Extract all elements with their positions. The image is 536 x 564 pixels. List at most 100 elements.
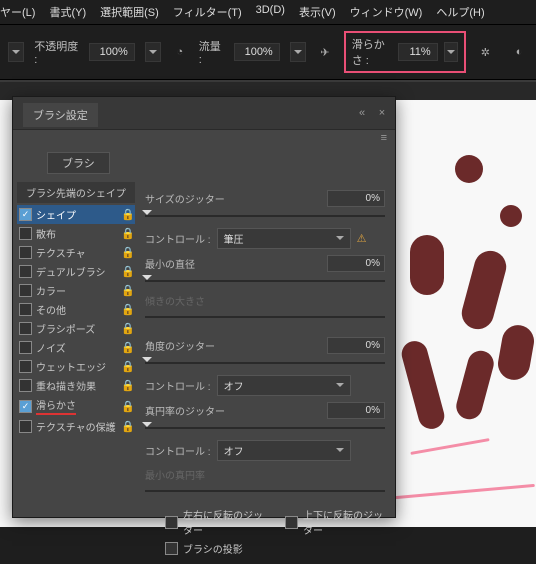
menu-icon[interactable]: ≡ [13, 130, 395, 146]
panel-tab-title[interactable]: ブラシ設定 [23, 103, 98, 127]
smoothing-label: 滑らかさ : [352, 36, 392, 68]
brush-stroke [495, 323, 536, 383]
min-roundness-slider [145, 485, 385, 497]
lock-icon[interactable]: 🔒 [121, 341, 133, 354]
brush-projection-checkbox[interactable]: ブラシの投影 [165, 541, 243, 556]
close-panel-icon[interactable]: × [375, 107, 389, 119]
menu-filter[interactable]: フィルター(T) [173, 4, 242, 20]
category-label: 散布 [36, 226, 117, 241]
angle-jitter-value[interactable]: 0% [327, 337, 385, 354]
lock-icon[interactable]: 🔒 [121, 303, 133, 316]
min-diameter-value[interactable]: 0% [327, 255, 385, 272]
tilt-scale-slider [145, 311, 385, 323]
category-label: 重ね描き効果 [36, 378, 117, 393]
lock-icon[interactable]: 🔒 [121, 379, 133, 392]
size-control-select[interactable]: 筆圧 [217, 228, 351, 249]
menu-help[interactable]: ヘルプ(H) [436, 4, 484, 20]
menu-format[interactable]: 書式(Y) [49, 4, 86, 20]
min-diameter-slider[interactable] [145, 275, 385, 287]
category-label: その他 [36, 302, 117, 317]
size-jitter-slider[interactable] [145, 210, 385, 222]
category-checkbox[interactable] [19, 208, 32, 221]
lock-icon[interactable]: 🔒 [121, 360, 133, 373]
category-label: ウェットエッジ [36, 359, 117, 374]
category-シェイプ[interactable]: シェイプ 🔒 [17, 205, 135, 224]
category-checkbox[interactable] [19, 246, 32, 259]
brush-stroke [453, 348, 496, 422]
angle-control-label: コントロール : [145, 378, 211, 393]
smoothing-dropdown[interactable] [444, 42, 459, 62]
angle-jitter-slider[interactable] [145, 357, 385, 369]
category-checkbox[interactable] [19, 265, 32, 278]
category-その他[interactable]: その他 🔒 [17, 300, 135, 319]
min-roundness-label: 最小の真円率 [145, 471, 205, 482]
opacity-input[interactable]: 100% [89, 43, 135, 61]
category-label: シェイプ [36, 207, 117, 222]
category-ブラシポーズ[interactable]: ブラシポーズ 🔒 [17, 319, 135, 338]
brush-pressure-size-icon[interactable]: ◐ [510, 42, 528, 62]
lock-icon[interactable]: 🔒 [121, 420, 133, 433]
category-list: ブラシ先端のシェイプ シェイプ🔒散布🔒テクスチャ🔒デュアルブラシ🔒カラー🔒その他… [13, 180, 135, 564]
warning-icon: ⚠ [357, 232, 367, 245]
airbrush-icon[interactable]: ✈ [316, 42, 334, 62]
flip-y-checkbox[interactable]: 上下に反転のジッター [285, 507, 385, 537]
smoothing-highlight: 滑らかさ : 11% [344, 31, 467, 73]
flip-x-checkbox[interactable]: 左右に反転のジッター [165, 507, 265, 537]
brush-stroke [410, 438, 489, 455]
category-checkbox[interactable] [19, 420, 32, 433]
menu-view[interactable]: 表示(V) [299, 4, 336, 20]
angle-control-select[interactable]: オフ [217, 375, 351, 396]
size-jitter-label: サイズのジッター [145, 191, 319, 206]
category-checkbox[interactable] [19, 341, 32, 354]
control-label: コントロール : [145, 231, 211, 246]
collapse-icon[interactable]: « [355, 107, 369, 119]
roundness-jitter-value[interactable]: 0% [327, 402, 385, 419]
category-checkbox[interactable] [19, 379, 32, 392]
category-checkbox[interactable] [19, 303, 32, 316]
category-ノイズ[interactable]: ノイズ🔒 [17, 338, 135, 357]
brushes-button[interactable]: ブラシ [47, 152, 110, 174]
category-label: ブラシポーズ [36, 321, 117, 336]
roundness-control-select[interactable]: オフ [217, 440, 351, 461]
roundness-jitter-slider[interactable] [145, 422, 385, 434]
lock-icon[interactable]: 🔒 [121, 246, 133, 259]
brush-preset-dropdown[interactable] [8, 42, 24, 62]
flow-label: 流量 : [199, 38, 224, 66]
opacity-pressure-icon[interactable]: ◔ [171, 42, 189, 62]
category-テクスチャの保護[interactable]: テクスチャの保護🔒 [17, 417, 135, 436]
menu-window[interactable]: ウィンドウ(W) [350, 4, 423, 20]
menu-3d[interactable]: 3D(D) [256, 4, 285, 20]
category-checkbox[interactable] [19, 227, 32, 240]
lock-icon[interactable]: 🔒 [121, 322, 133, 335]
menu-select[interactable]: 選択範囲(S) [100, 4, 159, 20]
roundness-control-label: コントロール : [145, 443, 211, 458]
category-デュアルブラシ[interactable]: デュアルブラシ🔒 [17, 262, 135, 281]
category-散布[interactable]: 散布 🔒 [17, 224, 135, 243]
brush-stroke [500, 205, 522, 227]
lock-icon[interactable]: 🔒 [121, 227, 133, 240]
panel-header[interactable]: ブラシ設定 « × [13, 97, 395, 130]
category-checkbox[interactable] [19, 322, 32, 335]
flow-dropdown[interactable] [290, 42, 306, 62]
brush-tip-shape[interactable]: ブラシ先端のシェイプ [17, 182, 135, 203]
category-カラー[interactable]: カラー🔒 [17, 281, 135, 300]
gear-icon[interactable]: ✲ [476, 42, 494, 62]
menu-layer[interactable]: ヤー(L) [0, 4, 35, 20]
smoothing-input[interactable]: 11% [398, 43, 438, 61]
category-label: 滑らかさ [36, 397, 117, 415]
lock-icon[interactable]: 🔒 [121, 265, 133, 278]
lock-icon[interactable]: 🔒 [121, 400, 133, 413]
lock-icon[interactable]: 🔒 [121, 208, 133, 221]
size-jitter-value[interactable]: 0% [327, 190, 385, 207]
category-重ね描き効果[interactable]: 重ね描き効果 🔒 [17, 376, 135, 395]
flow-input[interactable]: 100% [234, 43, 280, 61]
category-checkbox[interactable] [19, 400, 32, 413]
lock-icon[interactable]: 🔒 [121, 284, 133, 297]
category-ウェットエッジ[interactable]: ウェットエッジ 🔒 [17, 357, 135, 376]
category-滑らかさ[interactable]: 滑らかさ 🔒 [17, 395, 135, 417]
roundness-jitter-label: 真円率のジッター [145, 403, 319, 418]
opacity-dropdown[interactable] [145, 42, 161, 62]
category-checkbox[interactable] [19, 360, 32, 373]
category-テクスチャ[interactable]: テクスチャ🔒 [17, 243, 135, 262]
category-checkbox[interactable] [19, 284, 32, 297]
